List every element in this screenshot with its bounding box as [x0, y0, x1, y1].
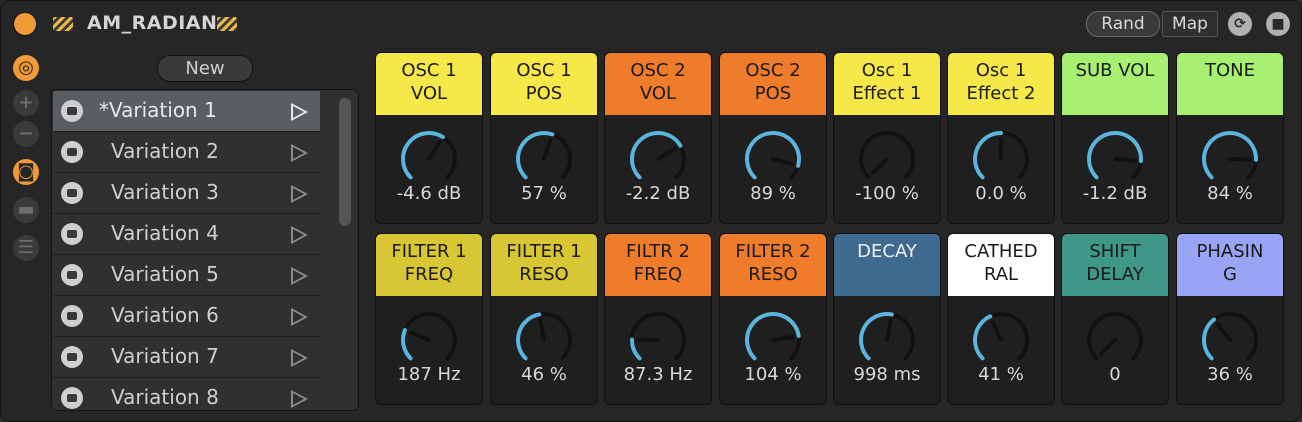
- variation-row[interactable]: Variation 4: [53, 214, 320, 255]
- variation-row[interactable]: Variation 5: [53, 255, 320, 296]
- macro-knob-16[interactable]: PHASIN G 36 %: [1176, 233, 1284, 405]
- map-button[interactable]: Map: [1162, 11, 1218, 37]
- camera-icon[interactable]: [61, 141, 83, 163]
- macro-knob-2[interactable]: OSC 1 POS 57 %: [490, 52, 598, 224]
- camera-icon[interactable]: [61, 182, 83, 204]
- play-icon[interactable]: [291, 267, 308, 285]
- macro-knob-5[interactable]: Osc 1 Effect 1 -100 %: [833, 52, 941, 224]
- variation-row[interactable]: Variation 6: [53, 296, 320, 337]
- rand-button[interactable]: Rand: [1086, 11, 1160, 37]
- macro-value: 0.0 %: [975, 183, 1027, 204]
- camera-icon[interactable]: [61, 346, 83, 368]
- macro-knob-6[interactable]: Osc 1 Effect 2 0.0 %: [947, 52, 1055, 224]
- macro-name: FILTR 2 FREQ: [605, 234, 711, 296]
- plus-icon[interactable]: +: [13, 90, 39, 116]
- variation-row[interactable]: Variation 3: [53, 173, 320, 214]
- macro-value: -2.2 dB: [625, 183, 691, 204]
- camera-icon[interactable]: [61, 264, 83, 286]
- variation-list: *Variation 1 Variation 2 Variation 3 Variat…: [51, 89, 359, 411]
- macro-value: -1.2 dB: [1082, 183, 1148, 204]
- play-icon[interactable]: [291, 144, 308, 162]
- macro-value: -4.6 dB: [396, 183, 462, 204]
- macro-value: -100 %: [855, 183, 919, 204]
- macro-name: OSC 2 VOL: [605, 53, 711, 115]
- hazard-icon: [217, 17, 237, 31]
- macro-knob-3[interactable]: OSC 2 VOL -2.2 dB: [604, 52, 712, 224]
- macro-name: Osc 1 Effect 1: [834, 53, 940, 115]
- play-icon[interactable]: [291, 308, 308, 326]
- title-bar: AM_RADIAN Rand Map ⟳ ■: [7, 7, 1295, 40]
- save-icon[interactable]: ■: [1266, 12, 1290, 36]
- list-icon[interactable]: ☰: [13, 235, 39, 261]
- camera-icon[interactable]: [61, 305, 83, 327]
- macro-name: SHIFT DELAY: [1062, 234, 1168, 296]
- macro-name: OSC 2 POS: [720, 53, 826, 115]
- macro-value: 104 %: [744, 364, 802, 385]
- macro-value: 36 %: [1207, 364, 1253, 385]
- variation-row[interactable]: *Variation 1: [53, 91, 320, 132]
- variation-label: Variation 7: [111, 344, 219, 368]
- macro-value: 187 Hz: [397, 364, 461, 385]
- camera-icon[interactable]: ◙: [13, 159, 39, 185]
- macro-value: 998 ms: [853, 364, 921, 385]
- macro-value: 41 %: [978, 364, 1024, 385]
- macro-knob-8[interactable]: TONE 84 %: [1176, 52, 1284, 224]
- macro-knob-1[interactable]: OSC 1 VOL -4.6 dB: [375, 52, 483, 224]
- new-variation-button[interactable]: New: [157, 55, 253, 82]
- macro-name: FILTER 1 RESO: [491, 234, 597, 296]
- variation-label: Variation 3: [111, 180, 219, 204]
- play-icon[interactable]: [291, 226, 308, 244]
- variation-label: Variation 8: [111, 385, 219, 409]
- play-icon[interactable]: [291, 349, 308, 367]
- macro-knob-14[interactable]: CATHED RAL 41 %: [947, 233, 1055, 405]
- macro-name: OSC 1 VOL: [376, 53, 482, 115]
- recall-icon[interactable]: ▬: [13, 197, 39, 223]
- minus-icon[interactable]: −: [13, 121, 39, 147]
- macro-knob-7[interactable]: SUB VOL -1.2 dB: [1061, 52, 1169, 224]
- play-icon[interactable]: [291, 390, 308, 408]
- macro-value: 87.3 Hz: [623, 364, 693, 385]
- hazard-icon: [53, 17, 73, 31]
- macro-name: SUB VOL: [1062, 53, 1168, 115]
- variation-row[interactable]: Variation 8: [53, 378, 320, 410]
- play-icon[interactable]: [291, 103, 308, 121]
- camera-icon[interactable]: [61, 223, 83, 245]
- device: AM_RADIAN Rand Map ⟳ ■ ◎ + − ◙ ▬ ☰ New *…: [0, 0, 1302, 422]
- macro-value: 57 %: [521, 183, 567, 204]
- variation-label: Variation 2: [111, 139, 219, 163]
- play-icon[interactable]: [291, 185, 308, 203]
- macro-knob-10[interactable]: FILTER 1 RESO 46 %: [490, 233, 598, 405]
- macro-value: 84 %: [1207, 183, 1253, 204]
- variation-label: Variation 4: [111, 221, 219, 245]
- device-title: AM_RADIAN: [87, 12, 218, 34]
- variation-row[interactable]: Variation 2: [53, 132, 320, 173]
- macro-value: 89 %: [750, 183, 796, 204]
- macro-value: 0: [1109, 364, 1121, 385]
- macro-knob-15[interactable]: SHIFT DELAY 0: [1061, 233, 1169, 405]
- macro-name: CATHED RAL: [948, 234, 1054, 296]
- variation-label: Variation 5: [111, 262, 219, 286]
- variation-label: *Variation 1: [99, 98, 217, 122]
- variation-label: Variation 6: [111, 303, 219, 327]
- variation-row[interactable]: Variation 7: [53, 337, 320, 378]
- macro-knob-9[interactable]: FILTER 1 FREQ 187 Hz: [375, 233, 483, 405]
- macro-name: FILTER 1 FREQ: [376, 234, 482, 296]
- macro-name: DECAY: [834, 234, 940, 296]
- macro-name: PHASIN G: [1177, 234, 1283, 296]
- macro-value: 46 %: [521, 364, 567, 385]
- power-icon[interactable]: [13, 12, 37, 36]
- macro-name: Osc 1 Effect 2: [948, 53, 1054, 115]
- macro-name: TONE: [1177, 53, 1283, 115]
- refresh-icon[interactable]: ⟳: [1228, 12, 1252, 36]
- macro-knob-13[interactable]: DECAY 998 ms: [833, 233, 941, 405]
- macro-name: FILTER 2 RESO: [720, 234, 826, 296]
- macro-knob-4[interactable]: OSC 2 POS 89 %: [719, 52, 827, 224]
- list-scrollbar[interactable]: [339, 98, 351, 226]
- camera-icon[interactable]: [61, 100, 83, 122]
- variation-logo-icon: ◎: [13, 55, 39, 81]
- macro-knob-12[interactable]: FILTER 2 RESO 104 %: [719, 233, 827, 405]
- macro-name: OSC 1 POS: [491, 53, 597, 115]
- camera-icon[interactable]: [61, 387, 83, 409]
- macro-knob-11[interactable]: FILTR 2 FREQ 87.3 Hz: [604, 233, 712, 405]
